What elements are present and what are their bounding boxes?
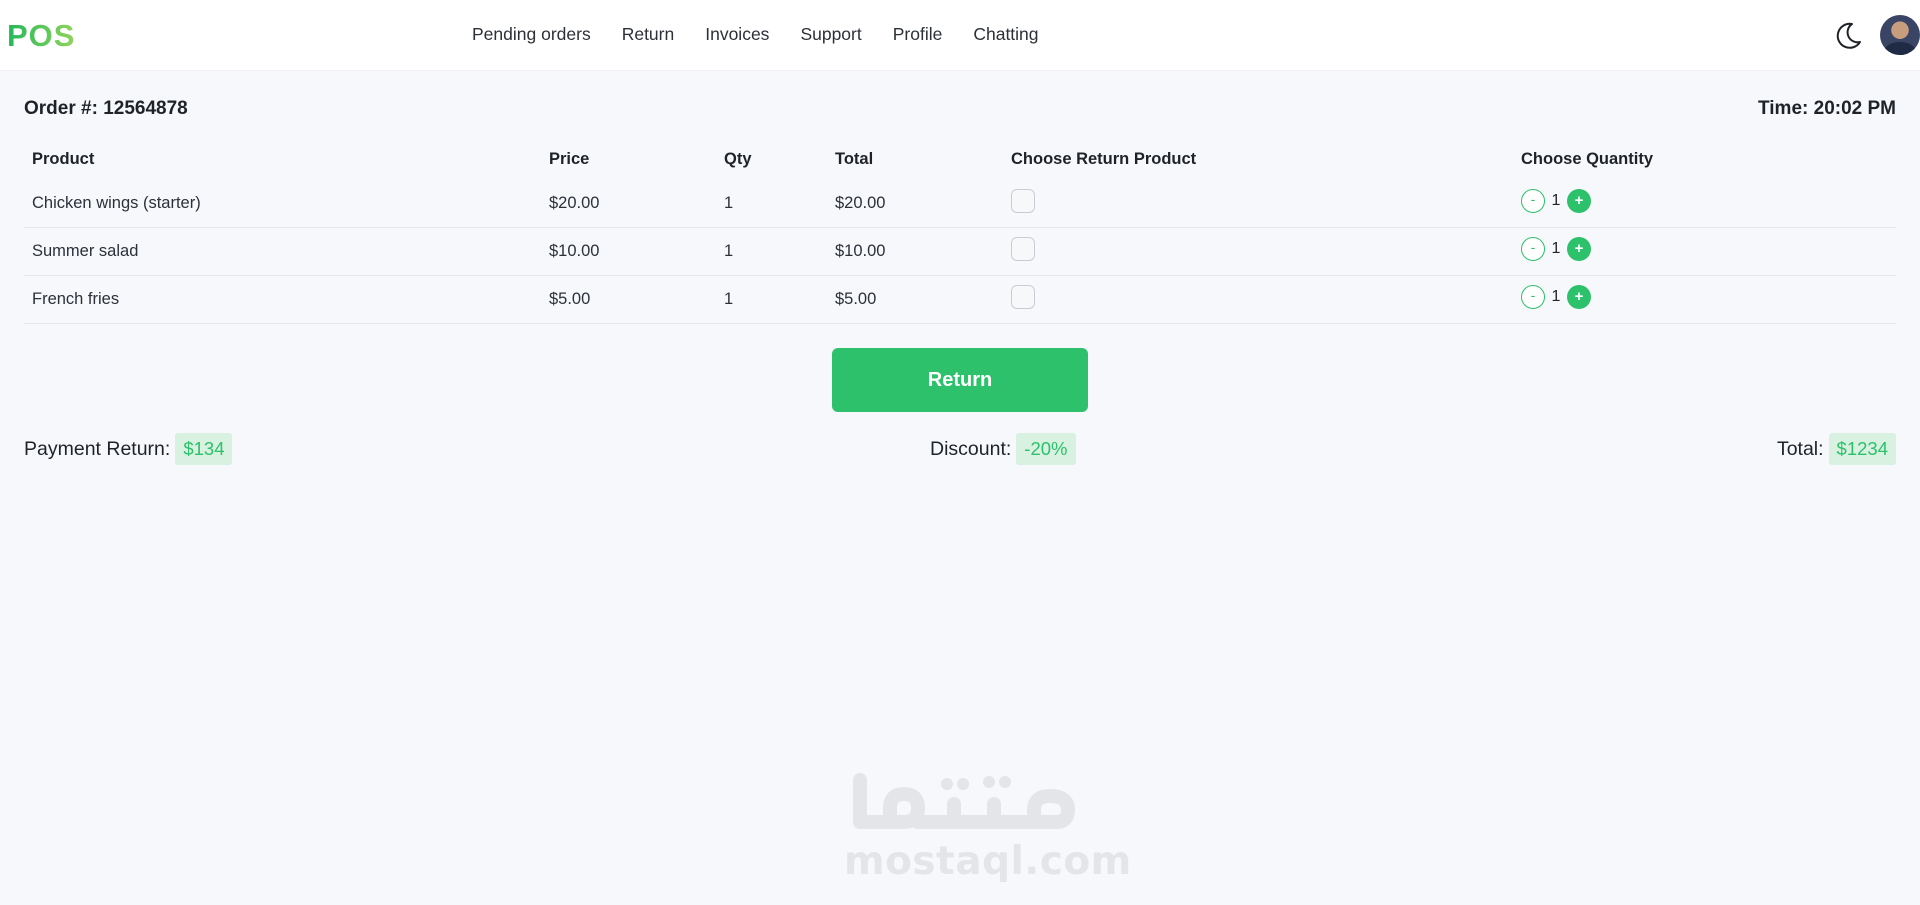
- nav-link-pending-orders[interactable]: Pending orders: [472, 24, 591, 45]
- increment-button[interactable]: +: [1567, 285, 1591, 309]
- payment-return-value: $134: [175, 433, 233, 465]
- decrement-button[interactable]: -: [1521, 189, 1545, 213]
- decrement-button[interactable]: -: [1521, 237, 1545, 261]
- return-button[interactable]: Return: [832, 348, 1088, 412]
- discount-summary: Discount: -20%: [930, 433, 1076, 465]
- quantity-stepper: - 1 +: [1521, 237, 1591, 261]
- payment-return-label: Payment Return:: [24, 437, 171, 460]
- product-name: French fries: [32, 290, 120, 308]
- product-total: $10.00: [835, 242, 886, 260]
- nav-link-return[interactable]: Return: [622, 24, 675, 45]
- main-nav: Pending orders Return Invoices Support P…: [472, 24, 1070, 45]
- top-navbar: POS Pending orders Return Invoices Suppo…: [0, 0, 1920, 71]
- decrement-button[interactable]: -: [1521, 285, 1545, 309]
- increment-button[interactable]: +: [1567, 237, 1591, 261]
- moon-icon[interactable]: [1832, 20, 1864, 52]
- increment-button[interactable]: +: [1567, 189, 1591, 213]
- table-row: Summer salad $10.00 1 $10.00 - 1 +: [24, 228, 1896, 276]
- nav-link-invoices[interactable]: Invoices: [705, 24, 769, 45]
- product-qty: 1: [724, 194, 734, 212]
- mostaql-watermark: mostaql.com: [844, 770, 1132, 884]
- table-header: Product Price Qty Total Choose Return Pr…: [24, 140, 1896, 180]
- mostaql-logo-icon: [853, 773, 1075, 829]
- product-total: $5.00: [835, 290, 877, 308]
- return-products-table: Product Price Qty Total Choose Return Pr…: [24, 140, 1896, 324]
- table-row: Chicken wings (starter) $20.00 1 $20.00 …: [24, 180, 1896, 228]
- payment-return-summary: Payment Return: $134: [24, 433, 233, 465]
- header-qty: Qty: [724, 150, 752, 168]
- total-label: Total:: [1776, 437, 1824, 460]
- header-choose-return-product: Choose Return Product: [1011, 150, 1197, 168]
- nav-link-chatting[interactable]: Chatting: [973, 24, 1038, 45]
- quantity-value: 1: [1551, 240, 1561, 257]
- watermark-text: mostaql.com: [844, 839, 1132, 884]
- product-price: $20.00: [549, 194, 600, 212]
- product-qty: 1: [724, 242, 734, 260]
- product-qty: 1: [724, 290, 734, 308]
- return-checkbox[interactable]: [1011, 285, 1035, 309]
- product-price: $10.00: [549, 242, 600, 260]
- header-price: Price: [549, 150, 590, 168]
- total-summary: Total: $1234: [1777, 433, 1896, 465]
- product-name: Summer salad: [32, 242, 139, 260]
- table-row: French fries $5.00 1 $5.00 - 1 +: [24, 276, 1896, 324]
- product-name: Chicken wings (starter): [32, 194, 201, 212]
- app-logo[interactable]: POS: [7, 18, 75, 54]
- header-choose-quantity: Choose Quantity: [1521, 150, 1654, 168]
- nav-link-profile[interactable]: Profile: [893, 24, 943, 45]
- total-value: $1234: [1828, 433, 1896, 465]
- discount-label: Discount:: [930, 437, 1012, 460]
- user-avatar[interactable]: [1880, 15, 1920, 55]
- discount-value: -20%: [1016, 433, 1076, 465]
- header-total: Total: [835, 150, 874, 168]
- order-number: Order #: 12564878: [24, 98, 188, 119]
- product-total: $20.00: [835, 194, 886, 212]
- header-product: Product: [32, 150, 95, 168]
- product-price: $5.00: [549, 290, 591, 308]
- return-checkbox[interactable]: [1011, 189, 1035, 213]
- order-time: Time: 20:02 PM: [1758, 98, 1896, 119]
- quantity-value: 1: [1551, 288, 1561, 305]
- return-checkbox[interactable]: [1011, 237, 1035, 261]
- quantity-value: 1: [1551, 192, 1561, 209]
- quantity-stepper: - 1 +: [1521, 189, 1591, 213]
- quantity-stepper: - 1 +: [1521, 285, 1591, 309]
- nav-link-support[interactable]: Support: [800, 24, 861, 45]
